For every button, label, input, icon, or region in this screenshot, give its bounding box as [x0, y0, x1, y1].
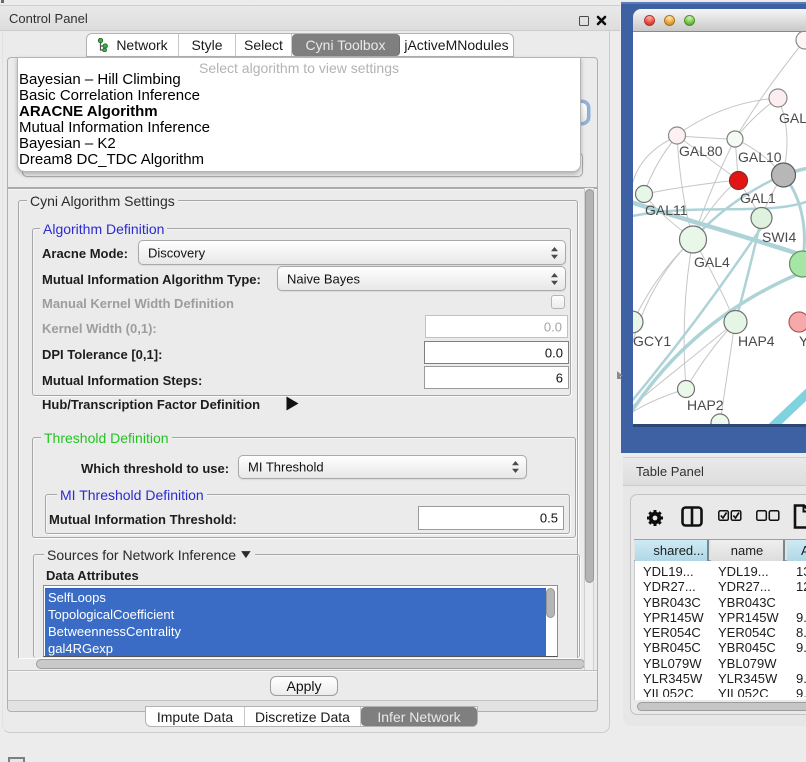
svg-text:GAL10: GAL10: [738, 149, 782, 165]
svg-text:GAL11: GAL11: [645, 202, 688, 218]
svg-text:GAL7: GAL7: [779, 110, 806, 126]
svg-text:GCY1: GCY1: [633, 333, 671, 349]
svg-text:HAP2: HAP2: [687, 397, 724, 413]
svg-text:YJ: YJ: [799, 333, 806, 349]
svg-text:SWI4: SWI4: [762, 229, 796, 245]
svg-text:GAL1: GAL1: [740, 190, 776, 206]
svg-text:HAP4: HAP4: [738, 333, 775, 349]
svg-text:GAL4: GAL4: [694, 254, 730, 270]
svg-text:GAL80: GAL80: [679, 143, 723, 159]
